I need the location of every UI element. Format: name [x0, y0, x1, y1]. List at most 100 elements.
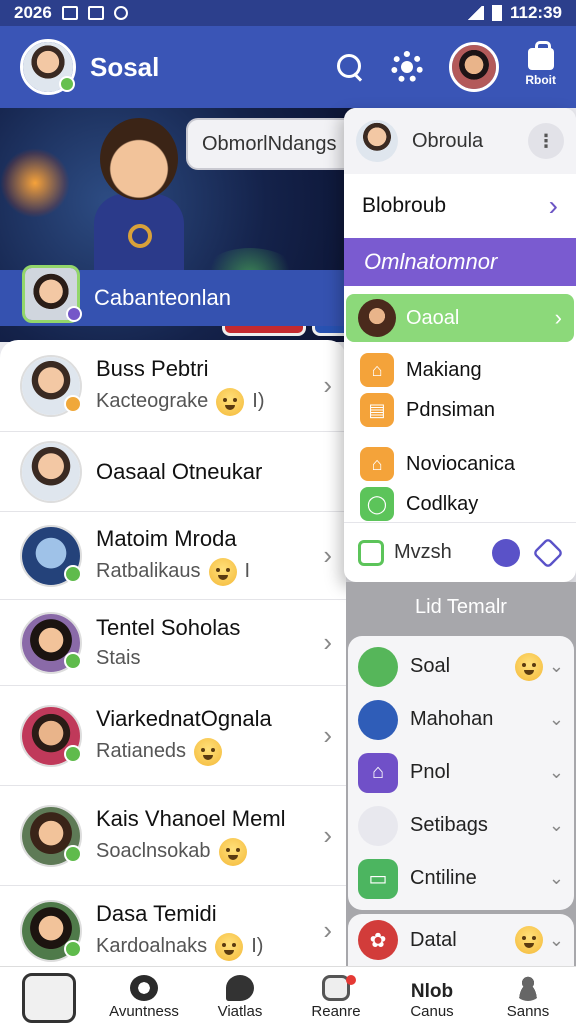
emblem-icon — [128, 224, 152, 248]
status-bar: 2026 112:39 — [0, 0, 576, 26]
menu-footer-label: Mvzsh — [394, 541, 452, 563]
right-list-item[interactable]: ▭ Cntiline ⌄ — [348, 852, 574, 905]
menu-item[interactable]: ▤ Pdnsiman — [344, 390, 576, 430]
chevron-right-icon: › — [554, 305, 562, 330]
person-icon — [514, 975, 542, 1001]
bottom-navigation: Avuntness Viatlas Reanre Nlob Canus Sann… — [0, 966, 576, 1024]
right-list-item[interactable]: Soal ⌄ — [348, 640, 574, 693]
online-indicator — [59, 76, 75, 92]
hero-strip[interactable]: Cabanteonlan — [0, 265, 360, 326]
menu-row[interactable]: Blobroub › — [344, 174, 576, 238]
menu-footer: Mvzsh — [344, 522, 576, 582]
chevron-right-icon: › — [323, 540, 332, 570]
messenger-icon[interactable] — [492, 538, 520, 567]
settings-icon[interactable] — [391, 51, 424, 83]
chevron-down-icon[interactable]: ⌄ — [549, 815, 564, 836]
chat-item[interactable]: Dasa Temidi Kardoalnaks I) › — [0, 886, 346, 966]
smile-emoji-icon — [216, 387, 245, 416]
more-options-icon[interactable]: ⋮ — [528, 123, 564, 159]
bag-button[interactable]: Rboit — [525, 40, 556, 87]
nav-canus[interactable]: Nlob Canus — [384, 967, 480, 1024]
nav-reanre[interactable]: Reanre — [288, 967, 384, 1024]
avatar-icon — [358, 699, 398, 740]
bag-label: Rboit — [525, 72, 556, 87]
smile-emoji-icon — [194, 737, 223, 766]
nav-avuntness[interactable]: Avuntness — [96, 967, 192, 1024]
nav-home[interactable] — [0, 967, 96, 1024]
smile-emoji-icon — [218, 837, 247, 866]
menu-selected-label: Oaoal — [406, 306, 460, 329]
right-list-item[interactable]: ✿ Datal ⌄ — [348, 914, 574, 966]
chevron-right-icon: › — [323, 915, 332, 945]
chat-subtitle: Soaclnsokab — [96, 840, 211, 862]
nav-label: Viatlas — [217, 1003, 263, 1020]
dropdown-menu: Obroula ⋮ Blobroub › Omlnatomnor Oaoal ›… — [344, 108, 576, 582]
chevron-down-icon[interactable]: ⌄ — [549, 930, 564, 951]
chat-item[interactable]: Buss Pebtri Kacteograke I) › — [0, 340, 346, 432]
chat-avatar — [20, 704, 82, 767]
status-badge — [64, 744, 82, 763]
smile-emoji-icon — [215, 932, 244, 961]
chevron-right-icon: › — [323, 720, 332, 750]
chat-item[interactable]: ViarkednatOgnala Ratianeds › — [0, 686, 346, 786]
chat-avatar — [20, 354, 82, 417]
menu-avatar — [356, 120, 398, 162]
chat-subtitle: Kardoalnaks — [96, 935, 208, 957]
user-avatar[interactable] — [449, 42, 500, 92]
chevron-down-icon[interactable]: ⌄ — [549, 709, 564, 730]
chevron-right-icon: › — [323, 820, 332, 850]
home-icon: ⌂ — [360, 353, 394, 387]
right-panel-list: Soal ⌄ Mahohan ⌄ ⌂ Pnol ⌄ Setibags ⌄ ▭ C… — [348, 636, 574, 910]
right-item-label: Cntiline — [410, 867, 477, 889]
strip-text: Cabanteonlan — [94, 285, 232, 310]
status-badge — [64, 564, 82, 583]
app-bar: Sosal Rboit — [0, 26, 576, 108]
chat-item[interactable]: Matoim Mroda Ratbalikaus I › — [0, 512, 346, 600]
menu-item[interactable]: ⌂ Noviocanica — [344, 444, 576, 484]
menu-account-label: Obroula — [412, 129, 484, 152]
chat-subtitle: Stais — [96, 647, 141, 669]
chat-avatar — [20, 440, 82, 503]
right-list-item[interactable]: Mahohan ⌄ — [348, 693, 574, 746]
chat-extra: I) — [251, 935, 264, 957]
phone-icon[interactable] — [358, 539, 384, 566]
chat-name: Matoim Mroda — [96, 525, 237, 551]
document-icon: ▤ — [360, 393, 394, 427]
chat-item[interactable]: Oasaal Otneukar — [0, 432, 346, 512]
chevron-right-icon: › — [548, 190, 558, 221]
smile-emoji-icon — [514, 652, 543, 681]
chat-avatar — [20, 804, 82, 867]
chat-item[interactable]: Tentel Soholas Stais › — [0, 600, 346, 686]
menu-item[interactable]: ⌂ Makiang — [344, 350, 576, 390]
menu-item[interactable]: ◯ Codlkay — [344, 484, 576, 524]
chevron-down-icon[interactable]: ⌄ — [549, 656, 564, 677]
search-icon[interactable] — [335, 52, 365, 82]
right-list-item[interactable]: Setibags ⌄ — [348, 799, 574, 852]
nav-viatlas[interactable]: Viatlas — [192, 967, 288, 1024]
profile-avatar[interactable] — [20, 39, 76, 95]
chat-name: Oasaal Otneukar — [96, 458, 263, 484]
chevron-down-icon[interactable]: ⌄ — [549, 762, 564, 783]
home-icon: ⌂ — [358, 752, 398, 793]
app-title: Sosal — [90, 51, 160, 82]
chevron-down-icon[interactable]: ⌄ — [549, 868, 564, 889]
chat-name: Tentel Soholas — [96, 615, 241, 640]
shield-icon[interactable] — [532, 536, 564, 569]
nav-label: Reanre — [311, 1003, 361, 1020]
chat-item[interactable]: Kais Vhanoel Meml Soaclnsokab › — [0, 786, 346, 886]
nav-sanns[interactable]: Sanns — [480, 967, 576, 1024]
menu-account[interactable]: Obroula ⋮ — [344, 108, 576, 174]
right-list-item[interactable]: ⌂ Pnol ⌄ — [348, 746, 574, 799]
record-icon — [113, 6, 128, 20]
menu-item-label: Noviocanica — [406, 452, 515, 475]
hero-search-field[interactable]: ObmorlNdangs — [186, 118, 360, 170]
status-clock: 112:39 — [510, 3, 562, 22]
menu-selected-item[interactable]: Oaoal › — [346, 294, 574, 342]
right-panel-title: Lid Temalr — [415, 596, 507, 618]
chevron-right-icon: › — [323, 370, 332, 400]
chevron-right-icon: › — [323, 627, 332, 657]
chat-avatar — [20, 611, 82, 674]
chat-name: ViarkednatOgnala — [96, 705, 272, 731]
nav-label: Sanns — [506, 1003, 550, 1020]
chat-bubble-icon: ◯ — [360, 487, 394, 521]
